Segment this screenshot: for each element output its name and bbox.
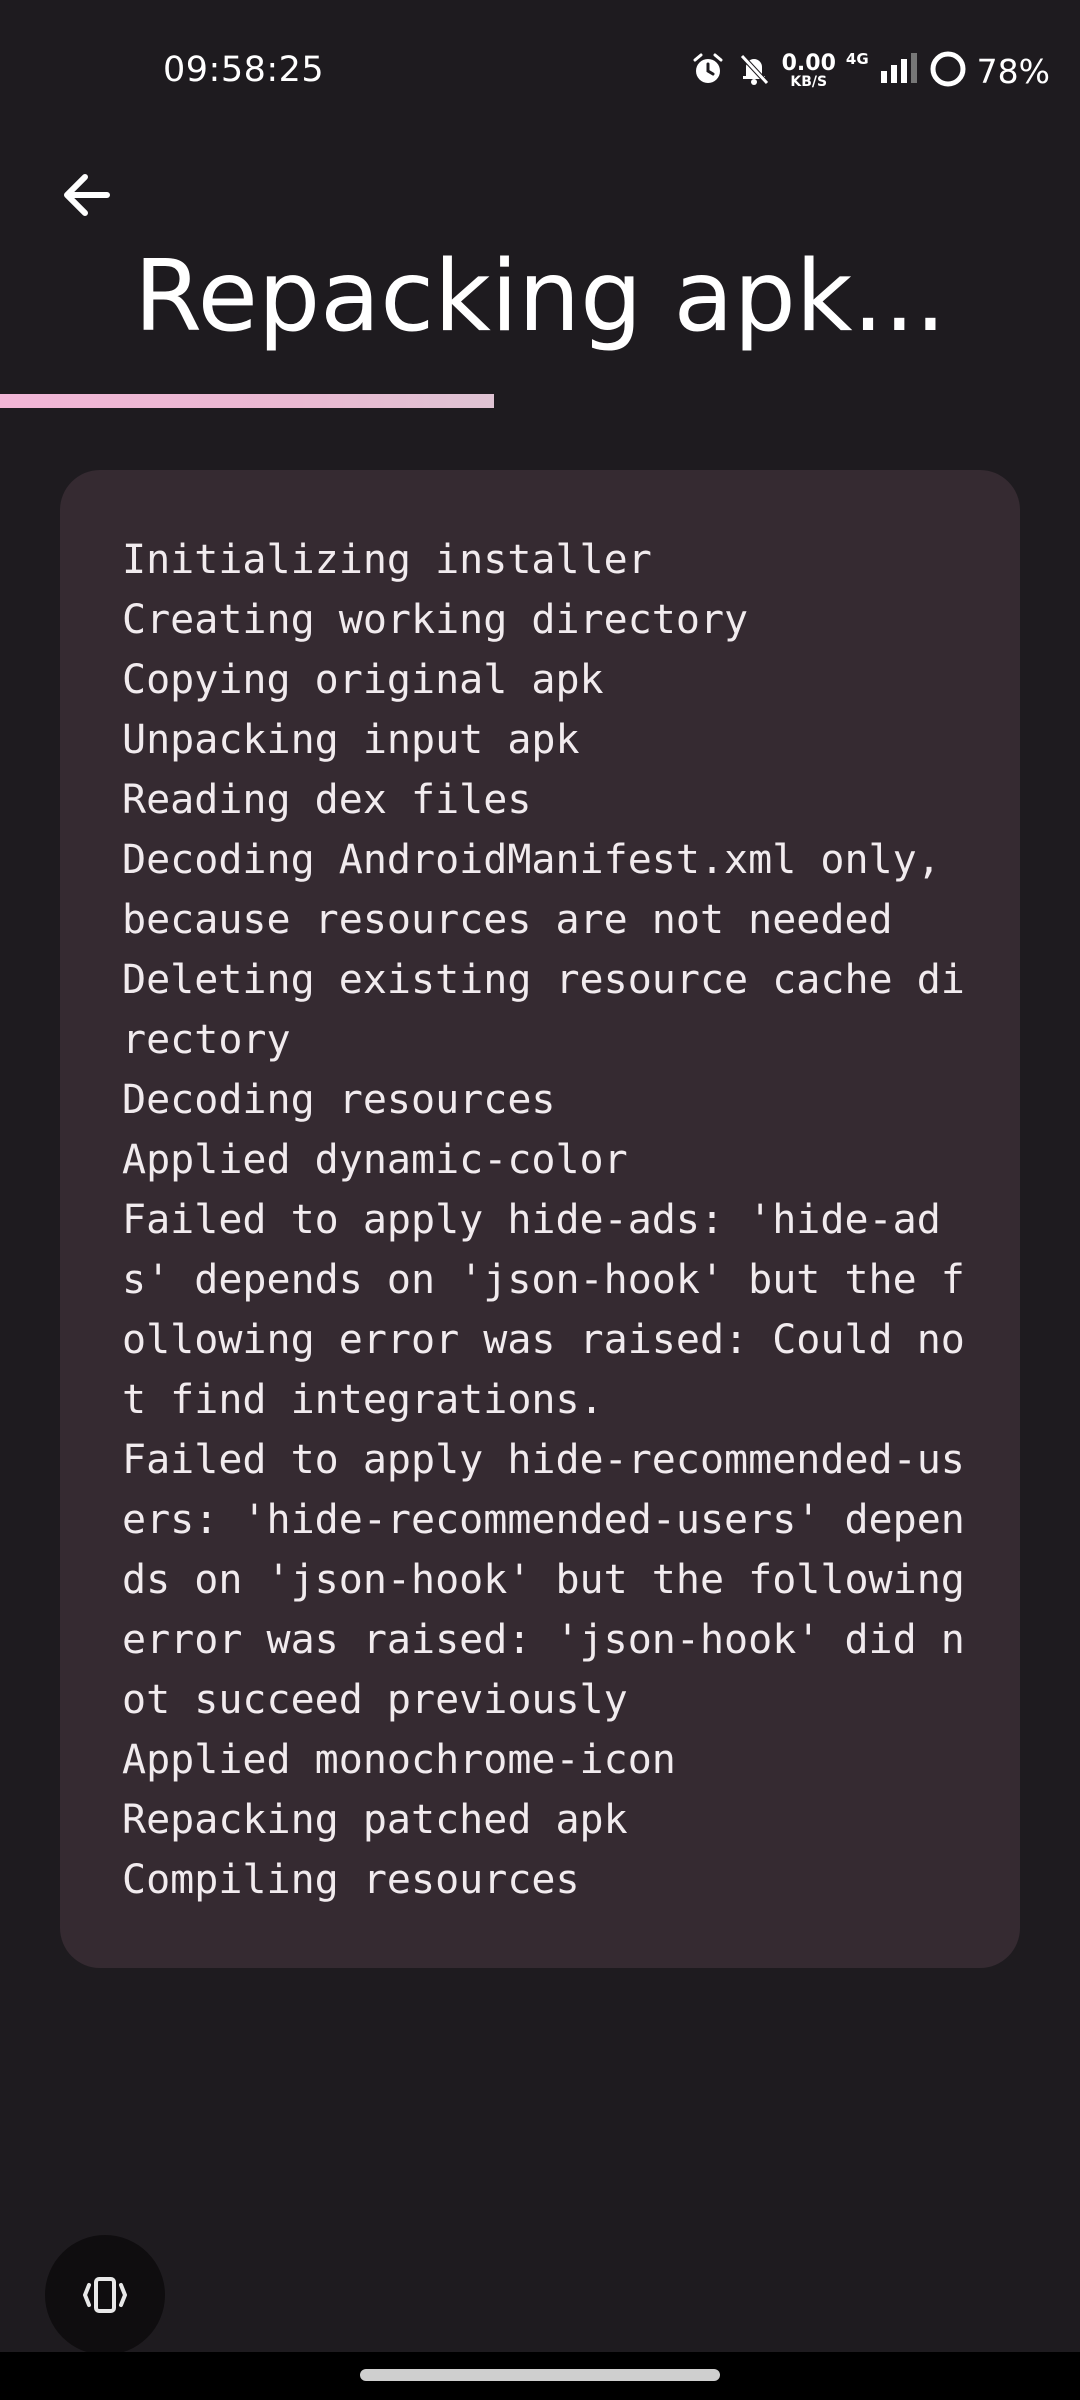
progress-fill xyxy=(0,394,494,408)
progress-bar xyxy=(0,394,1080,410)
status-bar: 09:58:25 0.00 KB/S 4G 78% xyxy=(0,0,1080,140)
navigation-bar xyxy=(0,2352,1080,2400)
net-speed-value: 0.00 xyxy=(781,51,836,76)
log-line: Reading dex files xyxy=(122,777,532,823)
vibrate-button[interactable] xyxy=(45,2235,165,2355)
gesture-handle[interactable] xyxy=(360,2369,720,2381)
battery-icon xyxy=(929,50,967,93)
installer-screen: 09:58:25 0.00 KB/S 4G 78% Repacking apk.… xyxy=(0,0,1080,2400)
back-button[interactable] xyxy=(50,160,120,230)
net-speed: 0.00 KB/S xyxy=(781,51,836,90)
log-line: Deleting existing resource cache directo… xyxy=(122,957,965,1063)
log-line: Unpacking input apk xyxy=(122,717,580,763)
status-icons: 0.00 KB/S 4G 78% xyxy=(690,46,1050,96)
log-output: Initializing installer Creating working d… xyxy=(122,530,982,1910)
log-line: Initializing installer xyxy=(122,537,652,583)
log-line: Decoding AndroidManifest.xml only, becau… xyxy=(122,837,965,943)
arrow-back-icon xyxy=(64,174,110,216)
net-speed-unit: KB/S xyxy=(790,74,828,90)
log-line: Applied monochrome-icon xyxy=(122,1737,676,1783)
network-type: 4G xyxy=(845,50,869,68)
status-time: 09:58:25 xyxy=(163,50,325,90)
log-line: Failed to apply hide-recommended-users: … xyxy=(122,1437,989,1723)
log-line: Applied dynamic-color xyxy=(122,1137,628,1183)
log-line: Decoding resources xyxy=(122,1077,556,1123)
vibrate-icon xyxy=(83,2277,127,2313)
log-card: Initializing installer Creating working d… xyxy=(60,470,1020,1968)
log-line: Repacking patched apk xyxy=(122,1797,628,1843)
signal-icon xyxy=(879,52,919,90)
page-title: Repacking apk... xyxy=(133,240,947,354)
mute-icon xyxy=(736,51,772,92)
battery-percent: 78% xyxy=(976,51,1050,91)
log-line: Creating working directory xyxy=(122,597,749,643)
alarm-icon xyxy=(690,51,726,92)
log-line: Copying original apk xyxy=(122,657,604,703)
log-line: Compiling resources xyxy=(122,1857,580,1903)
log-line: Failed to apply hide-ads: 'hide-ads' dep… xyxy=(122,1197,965,1423)
